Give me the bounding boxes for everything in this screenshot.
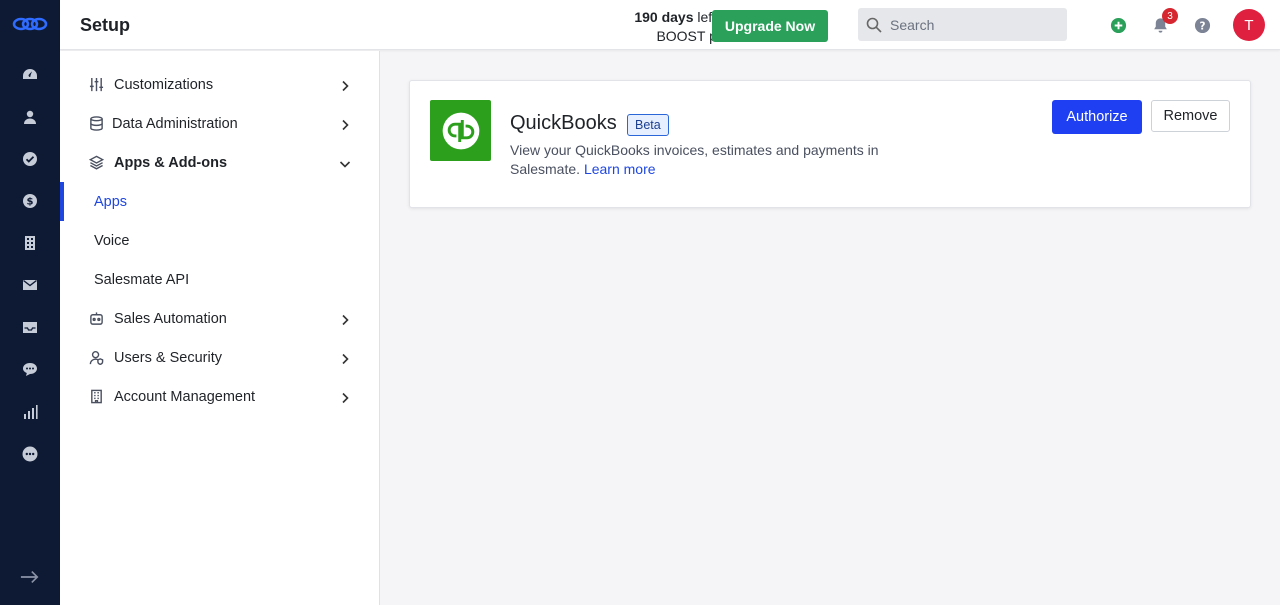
help-question-icon[interactable]: ? bbox=[1193, 16, 1211, 34]
expand-arrow-icon[interactable] bbox=[18, 566, 42, 588]
inbox-icon[interactable] bbox=[20, 317, 40, 337]
app-description-text: View your QuickBooks invoices, estimates… bbox=[510, 142, 879, 177]
notification-count-badge: 3 bbox=[1162, 8, 1178, 24]
reports-bar-chart-icon[interactable] bbox=[20, 402, 40, 422]
database-icon bbox=[88, 116, 104, 132]
sidebar-item-apps-addons[interactable]: Apps & Add-ons bbox=[60, 143, 379, 182]
quickbooks-logo-icon bbox=[430, 100, 491, 161]
sidebar-item-users-security[interactable]: Users & Security bbox=[60, 338, 379, 377]
mail-icon[interactable] bbox=[20, 275, 40, 295]
add-plus-icon[interactable] bbox=[1109, 16, 1127, 34]
sidebar-item-sales-automation[interactable]: Sales Automation bbox=[60, 299, 379, 338]
companies-icon[interactable] bbox=[20, 233, 40, 253]
user-avatar[interactable]: T bbox=[1233, 9, 1265, 41]
more-dots-icon[interactable] bbox=[20, 444, 40, 464]
page-title: Setup bbox=[80, 15, 131, 35]
upgrade-now-button[interactable]: Upgrade Now bbox=[712, 10, 828, 42]
dashboard-icon[interactable] bbox=[20, 65, 40, 85]
sidebar-item-customizations[interactable]: Customizations bbox=[60, 65, 379, 104]
sidebar-item-label: Account Management bbox=[114, 388, 256, 405]
sliders-icon bbox=[88, 77, 104, 93]
sidebar-item-label: Users & Security bbox=[114, 349, 222, 366]
chevron-right-icon bbox=[339, 352, 351, 364]
sidebar-subitem-salesmate-api[interactable]: Salesmate API bbox=[60, 260, 379, 299]
chevron-right-icon bbox=[339, 391, 351, 403]
user-shield-icon bbox=[88, 350, 104, 366]
sidebar-item-account-management[interactable]: Account Management bbox=[60, 377, 379, 416]
sidebar-item-data-administration[interactable]: Data Administration bbox=[60, 104, 379, 143]
chevron-right-icon bbox=[339, 118, 351, 130]
robot-icon bbox=[88, 311, 104, 327]
remove-button[interactable]: Remove bbox=[1151, 100, 1230, 132]
svg-text:?: ? bbox=[1199, 20, 1205, 32]
salesmate-logo-icon[interactable] bbox=[12, 12, 48, 36]
chevron-right-icon bbox=[339, 79, 351, 91]
authorize-button[interactable]: Authorize bbox=[1052, 100, 1142, 134]
deals-dollar-icon[interactable]: $ bbox=[20, 191, 40, 211]
search-box[interactable] bbox=[858, 8, 1067, 41]
top-header: Setup 190 days left in your BOOST plan t… bbox=[60, 0, 1280, 50]
sidebar-subitem-label: Apps bbox=[94, 193, 128, 210]
contacts-icon[interactable] bbox=[20, 107, 40, 127]
search-input[interactable] bbox=[890, 16, 1060, 33]
svg-text:$: $ bbox=[27, 197, 34, 208]
beta-badge: Beta bbox=[627, 114, 669, 136]
chat-icon[interactable] bbox=[20, 359, 40, 379]
sidebar-subitem-apps[interactable]: Apps bbox=[60, 182, 379, 221]
sidebar-subitem-label: Voice bbox=[94, 232, 130, 249]
tasks-check-icon[interactable] bbox=[20, 149, 40, 169]
sidebar-item-label: Sales Automation bbox=[114, 310, 227, 327]
sidebar-subitem-voice[interactable]: Voice bbox=[60, 221, 379, 260]
sidebar-subitem-label: Salesmate API bbox=[94, 271, 190, 288]
sidebar-item-label: Data Administration bbox=[112, 115, 238, 132]
chevron-down-icon bbox=[339, 157, 351, 169]
setup-sidebar: Customizations Data Administration Apps … bbox=[60, 51, 380, 605]
search-icon bbox=[866, 17, 882, 33]
sidebar-item-label: Customizations bbox=[114, 76, 214, 93]
app-rail: $ bbox=[0, 0, 60, 605]
building-icon bbox=[88, 389, 104, 405]
trial-days: 190 days bbox=[634, 9, 694, 25]
sidebar-item-label: Apps & Add-ons bbox=[114, 154, 228, 171]
layers-icon bbox=[88, 155, 104, 171]
app-name: QuickBooks bbox=[510, 112, 617, 134]
learn-more-link[interactable]: Learn more bbox=[584, 161, 656, 177]
chevron-right-icon bbox=[339, 313, 351, 325]
app-description: View your QuickBooks invoices, estimates… bbox=[510, 141, 910, 179]
quickbooks-app-card: QuickBooks Beta View your QuickBooks inv… bbox=[409, 80, 1251, 208]
